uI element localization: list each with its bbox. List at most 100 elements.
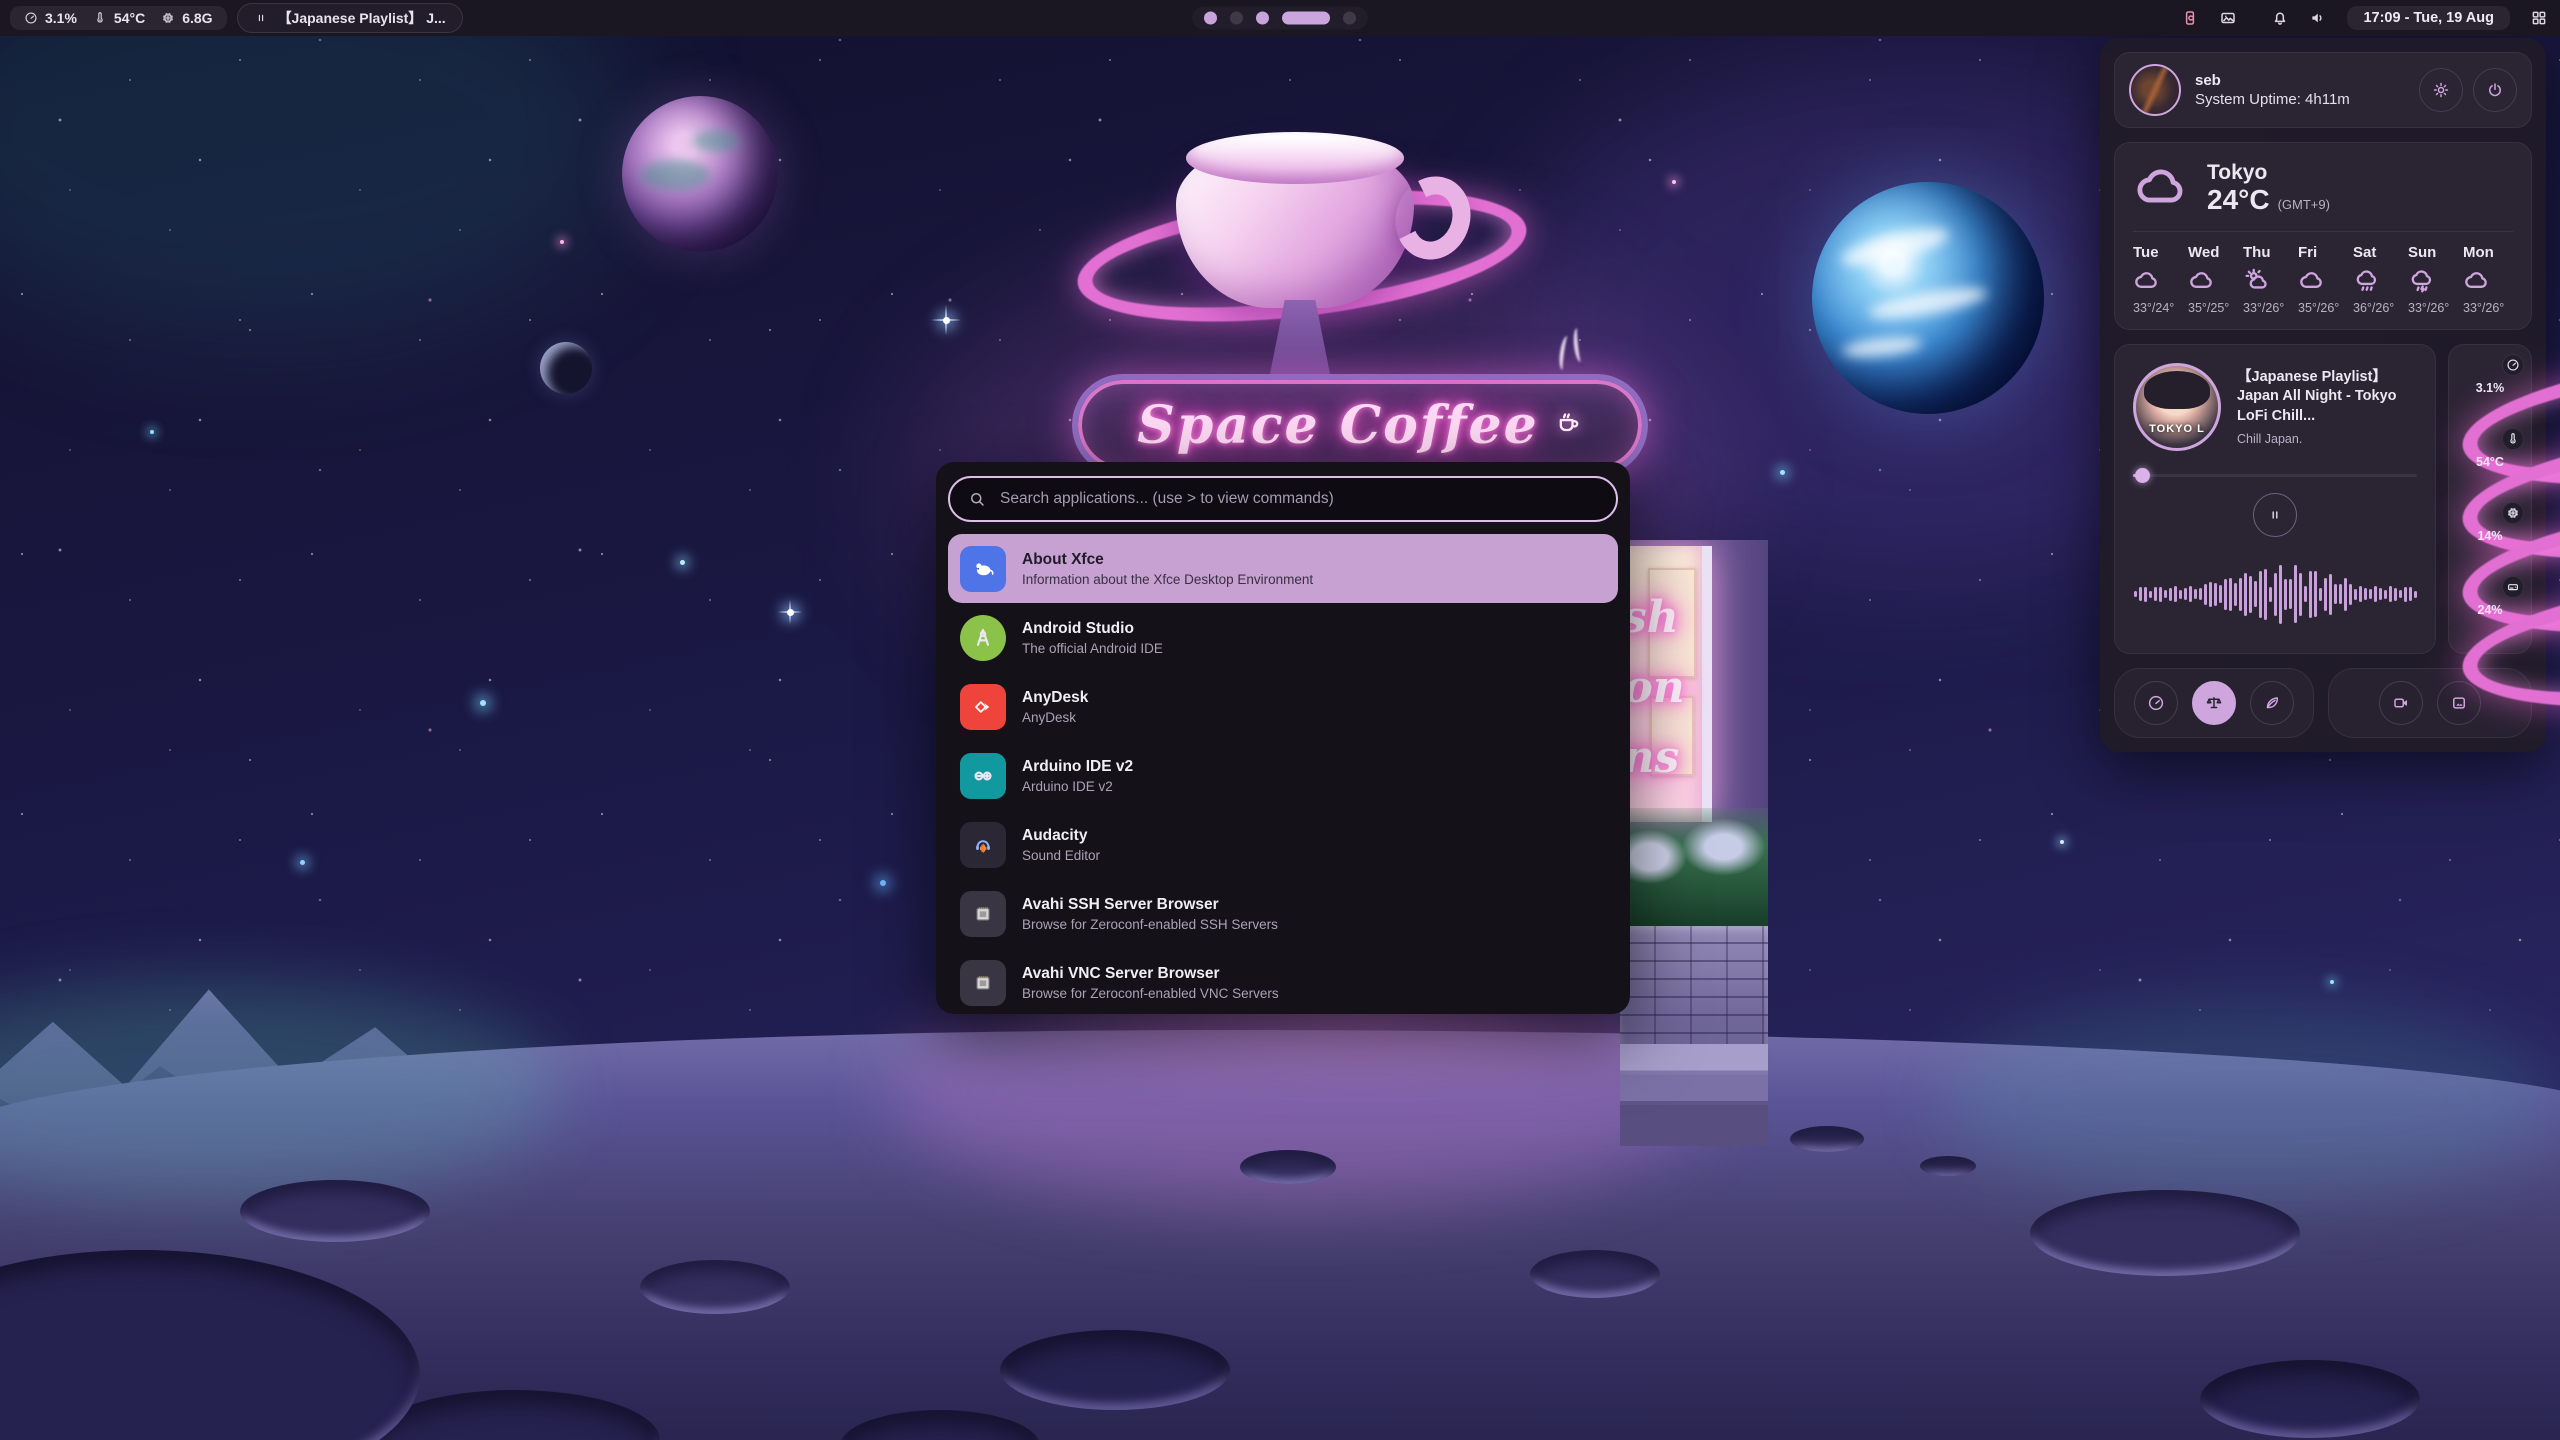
forecast-temps: 36°/26° — [2353, 301, 2394, 315]
user-card: seb System Uptime: 4h11m — [2114, 52, 2532, 128]
music-pill[interactable]: 【Japanese Playlist】 J... — [237, 3, 463, 33]
chip-icon — [2502, 502, 2524, 524]
app-name: Avahi VNC Server Browser — [1022, 965, 1279, 983]
cloud-icon — [2133, 267, 2161, 295]
app-description: Information about the Xfce Desktop Envir… — [1022, 572, 1313, 587]
app-description: Browse for Zeroconf-enabled VNC Servers — [1022, 986, 1279, 1001]
search-bar[interactable] — [948, 476, 1618, 522]
star — [680, 560, 685, 565]
neon-sign-text: Space Coffee — [1137, 395, 1538, 456]
cloud-icon — [2188, 267, 2216, 295]
top-bar: 3.1%54°C6.8G 【Japanese Playlist】 J... 17… — [0, 0, 2560, 36]
phone-icon[interactable] — [2181, 9, 2199, 27]
leaf-button[interactable] — [2250, 681, 2294, 725]
earth — [1812, 182, 2044, 414]
seek-bar[interactable] — [2133, 467, 2417, 483]
workspace-indicator — [1192, 7, 1368, 30]
power-profile-buttons — [2114, 668, 2314, 738]
workspace-dot-1[interactable] — [1204, 12, 1217, 25]
stat-value: 6.8G — [182, 10, 212, 26]
forecast-day-label: Fri — [2298, 244, 2317, 261]
track-title: 【Japanese Playlist】 Japan All Night - To… — [2237, 368, 2417, 427]
bell-icon[interactable] — [2271, 9, 2289, 27]
shop-brick-wall — [1620, 926, 1768, 1048]
sparkle-star — [931, 305, 961, 335]
forecast-temps: 33°/24° — [2133, 301, 2174, 315]
weather-temp: 24°C — [2207, 185, 2270, 214]
screenshot-button[interactable] — [2437, 681, 2481, 725]
app-list-item[interactable]: Arduino IDE v2Arduino IDE v2 — [948, 741, 1618, 810]
thermometer-icon — [93, 11, 107, 25]
app-list-item[interactable]: Avahi SSH Server BrowserBrowse for Zeroc… — [948, 879, 1618, 948]
xfce-mouse-icon — [960, 546, 1006, 592]
overview-grid-icon[interactable] — [2530, 9, 2548, 27]
weather-timezone: (GMT+9) — [2278, 198, 2330, 212]
volume-icon[interactable] — [2309, 9, 2327, 27]
app-list-item[interactable]: Avahi VNC Server Browser Browse for Zeroc… — [948, 948, 1618, 1017]
album-art — [2133, 363, 2221, 451]
app-name: Avahi SSH Server Browser — [1022, 896, 1278, 914]
star — [1672, 180, 1676, 184]
android-studio-icon — [960, 615, 1006, 661]
desktop: Space Coffee esh oon ans 3.1%54°C6.8G 【J… — [0, 0, 2560, 1440]
star — [480, 700, 486, 706]
network-icon — [960, 960, 1006, 1006]
search-input[interactable] — [998, 489, 1598, 509]
forecast-day: Sat36°/26° — [2353, 244, 2403, 315]
speedometer-button[interactable] — [2134, 681, 2178, 725]
star — [2330, 980, 2334, 984]
workspace-dot-5[interactable] — [1343, 12, 1356, 25]
system-stat: 6.8G — [161, 10, 212, 26]
user-name: seb — [2195, 72, 2350, 89]
app-name: Android Studio — [1022, 620, 1163, 638]
app-list-item[interactable]: AnyDeskAnyDesk — [948, 672, 1618, 741]
app-description: Arduino IDE v2 — [1022, 779, 1133, 794]
cloud-icon — [2463, 267, 2491, 295]
thermometer-icon — [2502, 428, 2524, 450]
arduino-icon — [960, 753, 1006, 799]
neon-sign: Space Coffee — [1072, 374, 1648, 476]
weather-card: Tokyo 24°C (GMT+9) Tue33°/24°Wed35°/25°T… — [2114, 142, 2532, 330]
gauge-thermometer: 54°C — [2461, 433, 2519, 491]
app-list-item[interactable]: AudacitySound Editor — [948, 810, 1618, 879]
forecast-day: Tue33°/24° — [2133, 244, 2183, 315]
settings-button[interactable] — [2419, 68, 2463, 112]
cloud-icon — [2298, 267, 2326, 295]
workspace-dot-3[interactable] — [1256, 12, 1269, 25]
system-stat: 3.1% — [24, 10, 77, 26]
wallpaper-icon[interactable] — [2219, 9, 2237, 27]
weather-cloud-icon — [2133, 159, 2191, 217]
forecast-day-label: Wed — [2188, 244, 2219, 261]
workspace-dot-2[interactable] — [1230, 12, 1243, 25]
pause-icon — [254, 11, 268, 25]
app-name: AnyDesk — [1022, 689, 1088, 707]
speedometer-icon — [2502, 354, 2524, 376]
star — [560, 240, 564, 244]
music-pill-label: 【Japanese Playlist】 J... — [278, 8, 446, 28]
weekly-forecast: Tue33°/24°Wed35°/25°Thu33°/26°Fri35°/26°… — [2133, 244, 2513, 315]
pause-button[interactable] — [2253, 493, 2297, 537]
disk-icon — [2502, 576, 2524, 598]
app-list-item[interactable]: About XfceInformation about the Xfce Des… — [948, 534, 1618, 603]
app-launcher: About XfceInformation about the Xfce Des… — [936, 462, 1630, 1014]
video-button[interactable] — [2379, 681, 2423, 725]
clock[interactable]: 17:09 - Tue, 19 Aug — [2347, 6, 2510, 30]
shop-planter — [1620, 808, 1768, 930]
media-player-card: 【Japanese Playlist】 Japan All Night - To… — [2114, 344, 2436, 654]
app-list-item[interactable]: Android StudioThe official Android IDE — [948, 603, 1618, 672]
forecast-temps: 33°/26° — [2243, 301, 2284, 315]
scales-button[interactable] — [2192, 681, 2236, 725]
avatar — [2129, 64, 2181, 116]
network-icon — [960, 891, 1006, 937]
workspace-dot-4[interactable] — [1282, 12, 1330, 25]
cloud-storm-icon — [2408, 267, 2436, 295]
moon-ground — [0, 1030, 2560, 1440]
power-button[interactable] — [2473, 68, 2517, 112]
track-subtitle: Chill Japan. — [2237, 432, 2417, 446]
seek-thumb[interactable] — [2135, 468, 2150, 483]
app-name: Audacity — [1022, 827, 1100, 845]
system-stats-pill[interactable]: 3.1%54°C6.8G — [10, 6, 227, 30]
shop-steps — [1620, 1044, 1768, 1146]
star — [2060, 840, 2064, 844]
audacity-icon — [960, 822, 1006, 868]
